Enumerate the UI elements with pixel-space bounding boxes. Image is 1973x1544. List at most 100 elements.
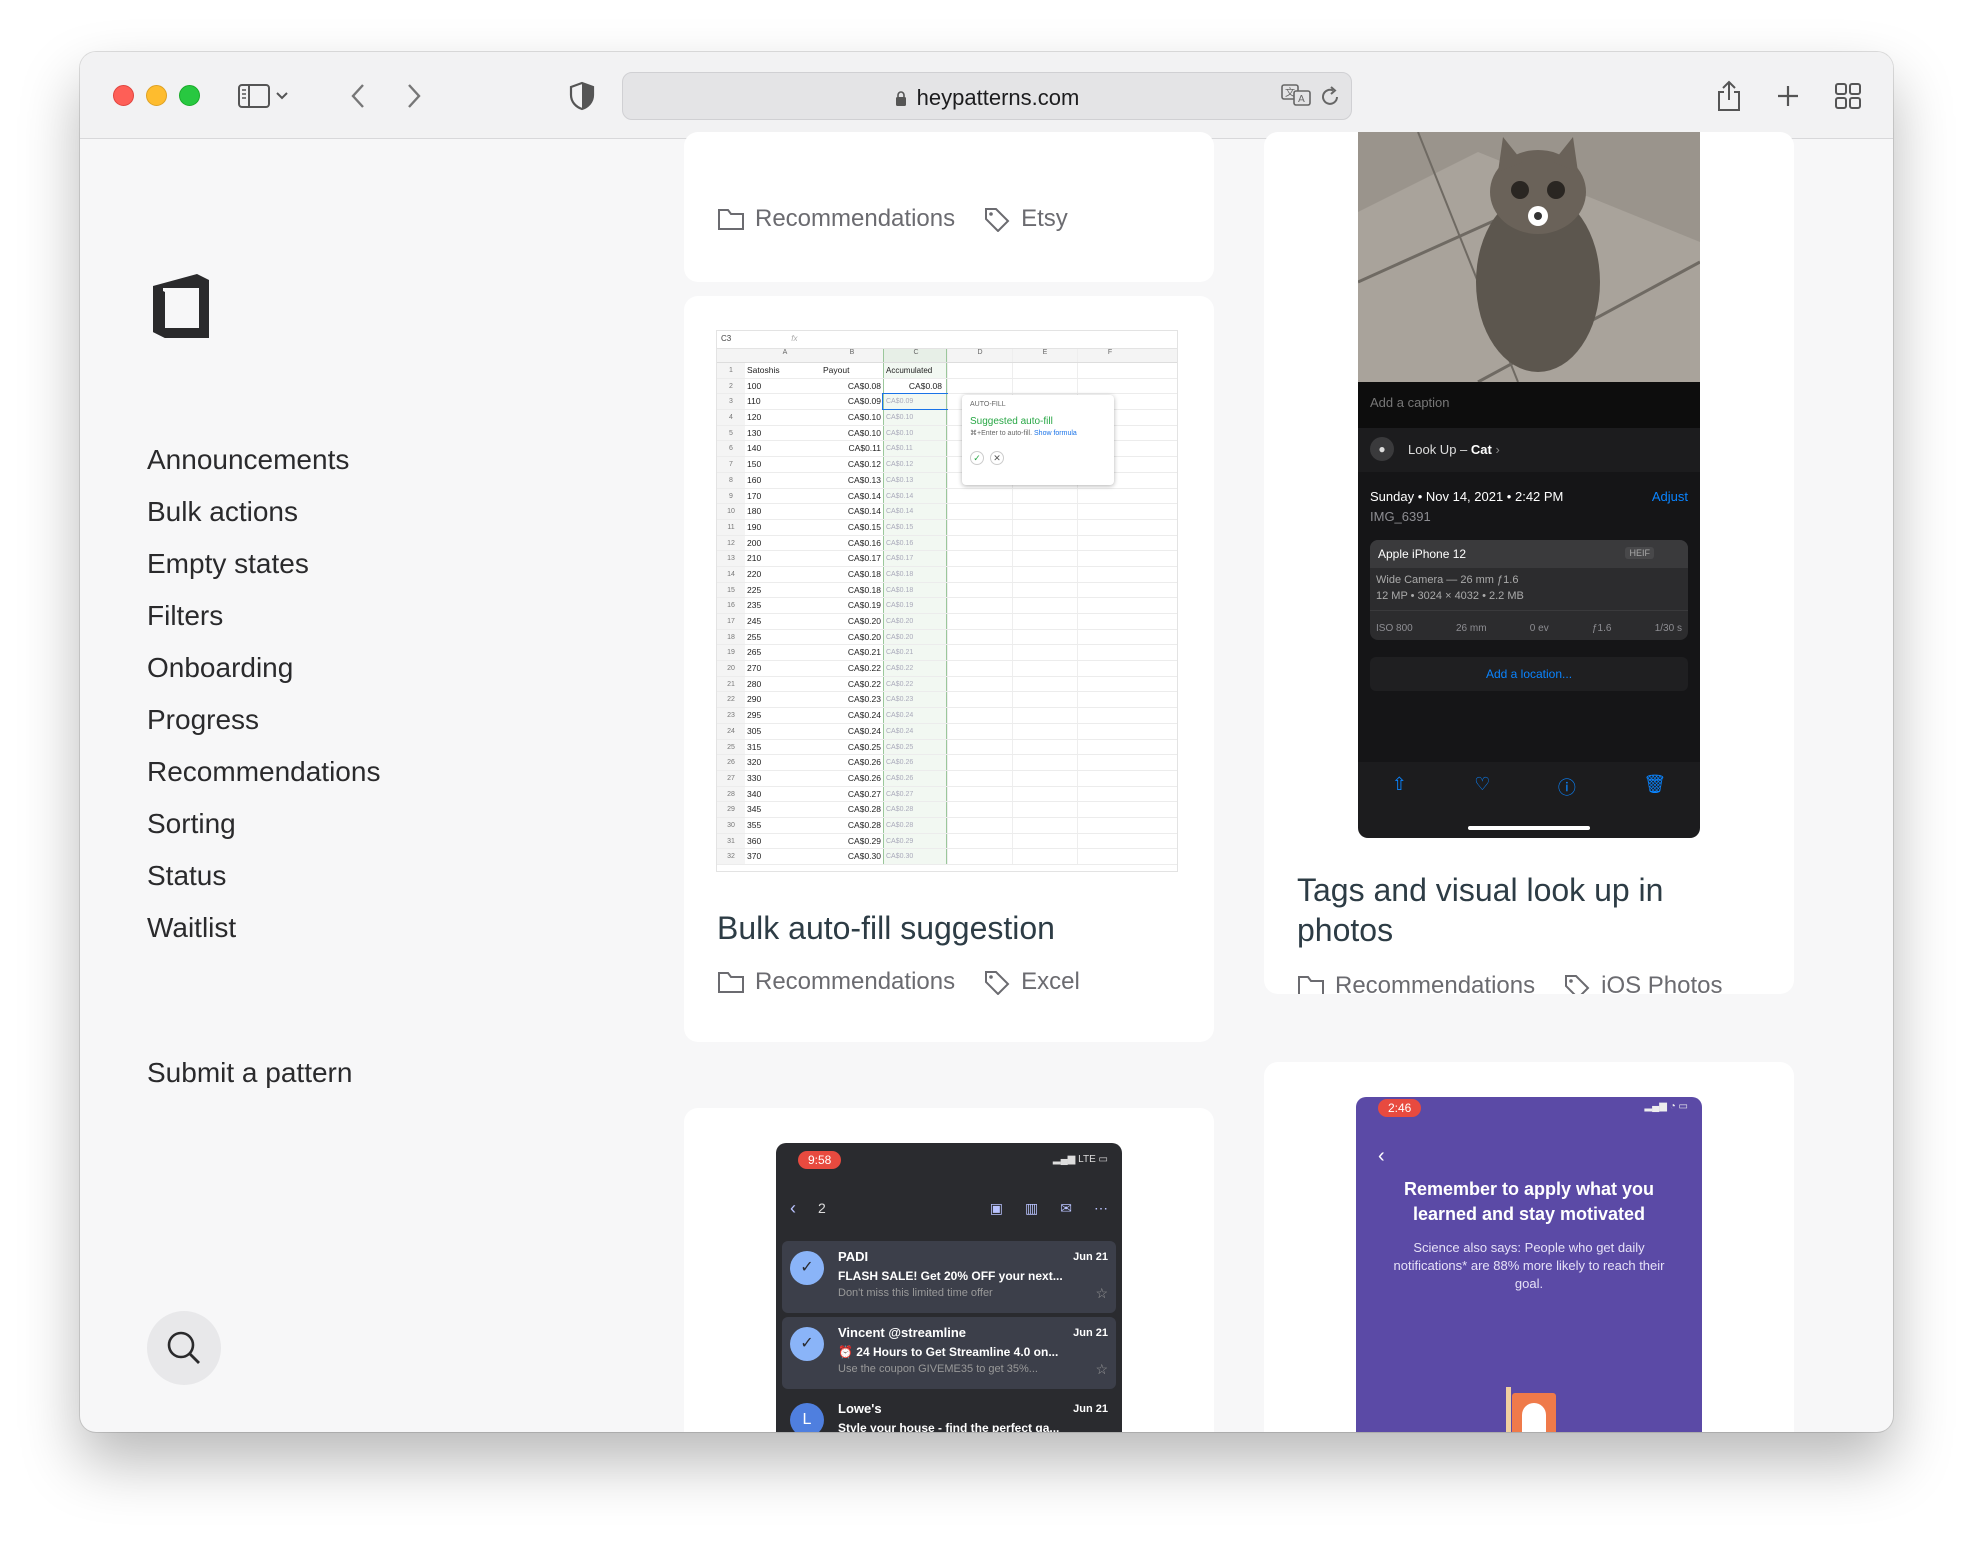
sheet-row[interactable]: 9 170 CA$0.14 CA$0.14 [717,488,1177,505]
card-tag[interactable]: Etsy [1021,205,1068,233]
sheet-cell[interactable]: 25 [717,739,745,755]
sheet-cell[interactable] [947,661,1012,676]
sheet-cell[interactable]: 305 [745,724,823,739]
pattern-card-bulk-autofill[interactable]: C3 fx A B C D E F 1 Satoshis Payout Accumula… [684,296,1214,1042]
sheet-row[interactable]: 15 225 CA$0.18 CA$0.18 [717,582,1177,599]
sheet-row[interactable]: 30 355 CA$0.28 CA$0.28 [717,817,1177,834]
sheet-cell[interactable]: CA$0.17 [883,551,947,566]
nav-announcements[interactable]: Announcements [147,434,380,486]
sheet-cell[interactable]: CA$0.15 [823,520,883,535]
sheet-row[interactable]: 21 280 CA$0.22 CA$0.22 [717,676,1177,693]
nav-progress[interactable]: Progress [147,694,380,746]
sheet-cell[interactable] [1012,378,1077,394]
sheet-cell[interactable]: 20 [717,661,745,676]
sheet-row[interactable]: 18 255 CA$0.20 CA$0.20 [717,629,1177,646]
sheet-row[interactable]: 29 345 CA$0.28 CA$0.28 [717,802,1177,818]
more-icon[interactable]: ⋯ [1094,1200,1108,1217]
sheet-cell[interactable]: CA$0.10 [823,410,883,425]
sheet-cell[interactable]: CA$0.09 [882,393,948,411]
sheet-cell[interactable]: 12 [717,535,745,551]
sheet-cell[interactable] [1012,598,1077,613]
sheet-cell[interactable] [1077,551,1142,566]
sheet-cell[interactable]: 23 [717,708,745,723]
sheet-cell[interactable]: 100 [745,379,823,394]
sheet-row[interactable]: 28 340 CA$0.27 CA$0.27 [717,786,1177,803]
sheet-cell[interactable] [947,802,1012,817]
sheet-cell[interactable]: CA$0.22 [823,677,883,692]
sheet-cell[interactable]: CA$0.12 [883,457,947,472]
back-icon[interactable]: ‹ [790,1198,796,1219]
sheet-cell[interactable] [1077,770,1142,786]
sheet-cell[interactable]: 295 [745,708,823,723]
sheet-cell[interactable] [947,755,1012,770]
sheet-row[interactable]: 12 200 CA$0.16 CA$0.16 [717,535,1177,552]
sheet-cell[interactable]: CA$0.28 [823,818,883,833]
archive-icon[interactable]: ▣ [990,1200,1003,1217]
tab-overview-icon[interactable] [1830,78,1866,114]
sheet-cell[interactable] [947,645,1012,661]
sheet-cell[interactable] [1077,708,1142,723]
sheet-cell[interactable]: 9 [717,488,745,504]
sheet-cell[interactable]: CA$0.08 [883,378,947,394]
sheet-cell[interactable] [1077,582,1142,598]
sheet-row[interactable]: 14 220 CA$0.18 CA$0.18 [717,566,1177,583]
card-category[interactable]: Recommendations [1335,972,1535,994]
sheet-cell[interactable]: 32 [717,849,745,864]
sheet-cell[interactable]: 280 [745,677,823,692]
sheet-cell[interactable]: 13 [717,551,745,566]
adjust-button[interactable]: Adjust [1652,489,1688,504]
sheet-cell[interactable] [1077,661,1142,676]
sheet-cell[interactable]: CA$0.19 [823,598,883,613]
sheet-cell[interactable] [947,692,1012,708]
caption-field[interactable]: Add a caption [1358,382,1700,428]
sheet-cell[interactable] [1012,551,1077,566]
sheet-cell[interactable]: 160 [745,473,823,488]
nav-waitlist[interactable]: Waitlist [147,902,380,954]
sheet-cell[interactable]: 2 [717,378,745,394]
sheet-cell[interactable] [1077,614,1142,629]
mail-icon[interactable]: ✉ [1060,1200,1072,1217]
card-title[interactable]: Tags and visual look up in photos [1297,870,1737,950]
sheet-cell[interactable]: 315 [745,740,823,755]
sheet-cell[interactable]: CA$0.28 [823,802,883,817]
sidebar-toggle-icon[interactable] [236,78,272,114]
sheet-cell[interactable] [1012,582,1077,598]
sheet-row[interactable]: 19 265 CA$0.21 CA$0.21 [717,645,1177,662]
sheet-cell[interactable]: 24 [717,723,745,739]
nav-onboarding[interactable]: Onboarding [147,642,380,694]
search-button[interactable] [147,1311,221,1385]
sheet-cell[interactable] [1012,849,1077,864]
sheet-cell[interactable] [1077,786,1142,802]
card-tag[interactable]: Excel [1021,968,1080,996]
sheet-cell[interactable]: 22 [717,692,745,708]
address-bar[interactable]: heypatterns.com 文A [622,72,1352,120]
back-button[interactable] [340,78,376,114]
sheet-cell[interactable]: 15 [717,582,745,598]
privacy-shield-icon[interactable] [564,78,600,114]
sheet-cell[interactable]: CA$0.14 [823,504,883,519]
sheet-row[interactable]: 16 235 CA$0.19 CA$0.19 [717,598,1177,614]
sheet-cell[interactable]: CA$0.16 [883,535,947,551]
sheet-cell[interactable] [947,739,1012,755]
sheet-cell[interactable]: 290 [745,692,823,707]
sheet-cell[interactable] [1012,692,1077,708]
close-window-button[interactable] [113,85,134,106]
sheet-cell[interactable] [947,504,1012,519]
sheet-cell[interactable] [947,519,1012,535]
sheet-cell[interactable] [947,614,1012,629]
reload-icon[interactable] [1319,85,1341,114]
sheet-cell[interactable] [1077,739,1142,755]
new-tab-icon[interactable] [1770,78,1806,114]
sheet-cell[interactable]: CA$0.18 [883,582,947,598]
share-icon[interactable]: ⇧ [1392,774,1407,795]
sheet-cell[interactable] [1012,708,1077,723]
sheet-cell[interactable]: CA$0.29 [823,834,883,849]
sheet-cell[interactable] [1012,770,1077,786]
sheet-cell[interactable]: CA$0.26 [823,771,883,786]
card-category[interactable]: Recommendations [755,968,955,996]
sheet-cell[interactable]: 7 [717,457,745,472]
star-icon[interactable]: ☆ [1095,1285,1108,1302]
sheet-cell[interactable]: CA$0.26 [883,770,947,786]
sheet-cell[interactable]: CA$0.09 [823,394,883,409]
card-tag[interactable]: iOS Photos [1601,972,1722,994]
